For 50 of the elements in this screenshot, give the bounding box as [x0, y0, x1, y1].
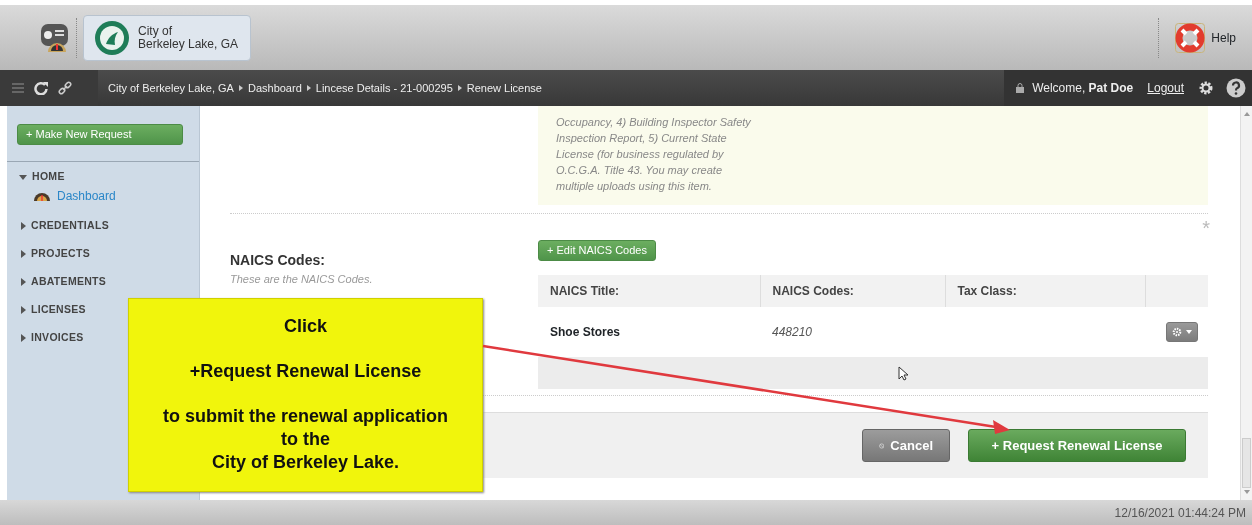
breadcrumb-separator-icon [306, 85, 311, 91]
breadcrumb-separator-icon [238, 85, 243, 91]
lock-icon [1016, 83, 1025, 93]
speedometer-icon [33, 191, 51, 201]
field-label: NAICS Codes: [230, 251, 326, 270]
column-header: NAICS Codes: [760, 275, 945, 307]
callout-text: Click [283, 315, 328, 338]
nav-section[interactable]: PROJECTS [19, 244, 90, 264]
timestamp: 12/16/2021 01:44:24 PM [1114, 504, 1246, 522]
welcome-text: Welcome, Pat Doe [1032, 80, 1134, 97]
logout-link[interactable]: Logout [1147, 79, 1184, 97]
table-cell: 448210 [760, 307, 945, 357]
settings-icon[interactable] [1198, 80, 1214, 96]
nav-section[interactable]: LICENSES [19, 300, 86, 320]
upload-instructions-text: Occupancy, 4) Building Inspector Safety Inspection Report, 5) Current State License (for business regulated by O.C.G.A. Title 43. You may create multiple uploads using this item. [556, 115, 752, 194]
help-link[interactable]: Help [1175, 22, 1236, 53]
breadcrumb-current: Renew License [466, 80, 542, 96]
scrollbar-thumb[interactable] [1242, 438, 1251, 488]
cancel-button[interactable]: Cancel [862, 429, 950, 462]
scrollbar[interactable] [1240, 106, 1252, 500]
breadcrumb-link[interactable]: Lincese Details - 21-000295 [315, 79, 453, 97]
mouse-cursor-icon [898, 366, 908, 382]
request-renewal-license-button[interactable]: + Request Renewal License [968, 429, 1186, 462]
cancel-icon [879, 440, 885, 451]
nav-section[interactable]: CREDENTIALS [19, 216, 109, 236]
dashboard-gauge-icon[interactable] [40, 21, 70, 54]
help-icon[interactable] [1226, 78, 1246, 98]
refresh-icon[interactable] [34, 81, 48, 95]
field-hint: These are the NAICS Codes. [230, 272, 374, 287]
nav-section[interactable]: ABATEMENTS [19, 272, 107, 292]
column-header: Tax Class: [945, 275, 1145, 307]
callout-text: to submit the renewal application to the City of Berkeley Lake. [161, 405, 449, 474]
table-cell: Shoe Stores [538, 307, 760, 357]
settings-icon [1172, 327, 1182, 337]
column-header: NAICS Title: [538, 275, 760, 307]
callout-text: +Request Renewal License [188, 360, 423, 383]
nav-section[interactable]: HOME [19, 167, 65, 187]
nav-section[interactable]: INVOICES [19, 328, 84, 348]
row-actions-button[interactable] [1166, 322, 1198, 342]
organization-name: City of Berkeley Lake, GA [138, 24, 239, 51]
caret-icon [1186, 330, 1192, 334]
required-asterisk: * [1202, 218, 1210, 238]
breadcrumb-link[interactable]: Dashboard [247, 79, 302, 97]
city-seal-icon [94, 19, 130, 56]
breadcrumb-separator-icon [457, 85, 462, 91]
organization-tile[interactable]: City of Berkeley Lake, GA [83, 14, 251, 61]
link-icon[interactable] [58, 81, 72, 95]
scroll-up-icon[interactable] [1242, 110, 1252, 118]
lifebuoy-icon [1175, 22, 1206, 53]
breadcrumb-link[interactable]: City of Berkeley Lake, GA [108, 79, 234, 97]
